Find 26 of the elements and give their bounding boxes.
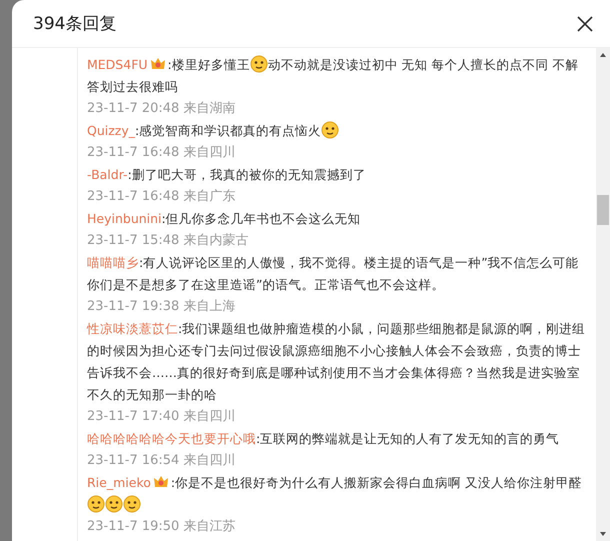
reply-time: 23-11-7 16:48 来自四川 [87, 144, 236, 162]
emoji-icon [321, 121, 340, 139]
emoji-icon [123, 495, 141, 513]
reply-time: 23-11-7 19:38 来自上海 [87, 298, 236, 316]
reply-text: Rie_mieko :你是不是也很好奇为什么有人搬新家会得白血病啊 又没人给你注射甲醛 [87, 472, 590, 516]
reply-text: 哈哈哈哈哈哈今天也要开心哦:互联网的弊端就是让无知的人有了发无知的言的勇气 [87, 430, 560, 448]
reply-text: -Baldr-:删了吧大哥，我真的被你的无知震撼到了 [87, 166, 367, 184]
reply-time: 23-11-7 16:54 来自四川 [87, 452, 236, 470]
emoji-icon [87, 495, 105, 513]
crown-icon [150, 57, 166, 71]
emoji-icon [250, 55, 268, 73]
scrollbar[interactable] [596, 48, 610, 541]
reply-text: Quizzy_:感觉智商和学识都真的有点恼火 [87, 120, 590, 142]
reply-time: 23-11-7 20:48 来自湖南 [87, 100, 236, 118]
reply-text: 性凉味淡薏苡仁:我们课题组也做肿瘤造模的小鼠，问题那些细胞都是鼠源的啊，刚进组的时候因为担心还专门去问过假设鼠源癌细胞不小心接触人体会不会致癌，负责的博士告诉我不会……真的很好奇到底是哪种试剂使用不当才会集体得癌？当然我是进实验室不久的无知那一卦的哈 [87, 320, 586, 404]
reply-time: 23-11-7 16:48 来自广东 [87, 188, 236, 206]
reply-text: MEDS4FU :楼里好多懂王 动不动就是没读过初中 无知 每个人擅长的点不同 不解答划过去很难吗 [87, 54, 580, 96]
dialog-title: 394条回复 [33, 13, 116, 35]
reply-text: Heyinbunini:但凡你多念几年书也不会这么无知 [87, 210, 362, 228]
close-icon[interactable] [577, 16, 593, 32]
reply-time: 23-11-7 17:40 来自四川 [87, 408, 236, 426]
reply-text: 喵喵喵乡:有人说评论区里的人傲慢，我不觉得。楼主提的语气是一种”我不信怎么可能你们是不是想多了在这里造谣”的语气。正常语气也不会这样。 [87, 254, 580, 294]
emoji-icon [105, 495, 123, 513]
reply-time: 23-11-7 15:48 来自内蒙古 [87, 232, 250, 250]
crown-icon [152, 475, 169, 489]
reply-time: 23-11-7 19:50 来自江苏 [87, 518, 236, 536]
